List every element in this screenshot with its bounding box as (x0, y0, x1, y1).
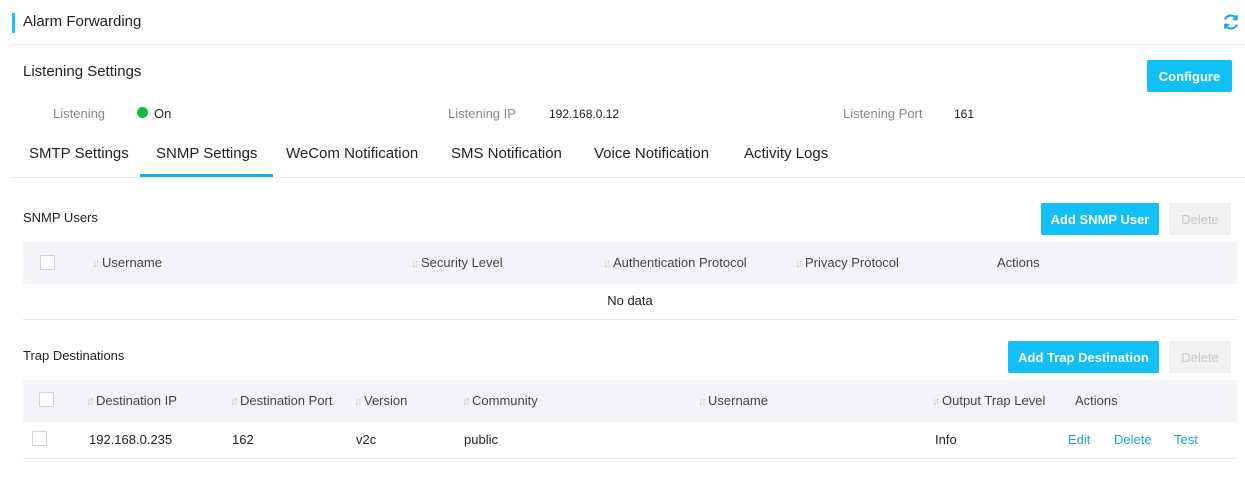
refresh-icon[interactable] (1221, 12, 1241, 32)
tab-sms-notification[interactable]: SMS Notification (451, 130, 562, 177)
cell-output-trap-level: Info (935, 432, 957, 447)
column-header-destination-port[interactable]: ↓↑ Destination Port (230, 380, 333, 422)
sort-icon: ↓↑ (230, 394, 239, 408)
row-checkbox[interactable] (32, 431, 47, 446)
empty-state-text: No data (607, 293, 653, 308)
table-divider (23, 458, 1237, 459)
column-header-username[interactable]: ↓↑ Username (698, 380, 768, 422)
sort-icon: ↓↑ (86, 394, 95, 408)
column-header-privacy-protocol[interactable]: ↓↑ Privacy Protocol (795, 242, 899, 284)
sort-icon: ↓↑ (354, 394, 363, 408)
column-header-community[interactable]: ↓↑ Community (462, 380, 538, 422)
trap-destinations-title: Trap Destinations (23, 348, 125, 363)
select-all-checkbox[interactable] (39, 392, 54, 407)
listening-value: On (154, 106, 172, 121)
sort-icon: ↓↑ (411, 256, 420, 270)
sort-icon: ↓↑ (92, 256, 101, 270)
tab-smtp-settings[interactable]: SMTP Settings (29, 130, 129, 177)
column-header-actions: Actions (1075, 393, 1118, 408)
column-header-destination-ip[interactable]: ↓↑ Destination IP (86, 380, 177, 422)
tab-bar: SMTP Settings SNMP Settings WeCom Notifi… (12, 130, 1245, 178)
trap-destinations-table: ↓↑ Destination IP ↓↑ Destination Port ↓↑ Ve… (23, 380, 1237, 460)
table-header: ↓↑ Destination IP ↓↑ Destination Port ↓↑ Ve… (23, 380, 1237, 422)
sort-icon: ↓↑ (462, 394, 471, 408)
sort-icon: ↓↑ (698, 394, 707, 408)
column-header-username[interactable]: ↓↑ Username (92, 242, 162, 284)
edit-link[interactable]: Edit (1068, 432, 1090, 447)
tab-activity-logs[interactable]: Activity Logs (744, 130, 828, 177)
cell-community: public (464, 432, 498, 447)
cell-destination-port: 162 (232, 432, 254, 447)
title-accent-bar (12, 13, 15, 33)
delete-trap-destination-button: Delete (1169, 341, 1231, 373)
add-trap-destination-button[interactable]: Add Trap Destination (1008, 341, 1159, 373)
listening-settings-title: Listening Settings (23, 63, 142, 80)
column-header-actions: Actions (997, 255, 1040, 270)
sort-icon: ↓↑ (603, 256, 612, 270)
column-header-output-trap-level[interactable]: ↓↑ Output Trap Level (932, 380, 1045, 422)
delete-snmp-user-button: Delete (1169, 203, 1231, 235)
cell-destination-ip: 192.168.0.235 (89, 432, 173, 447)
select-all-checkbox[interactable] (40, 255, 55, 270)
tab-wecom-notification[interactable]: WeCom Notification (286, 130, 418, 177)
delete-link[interactable]: Delete (1114, 432, 1152, 447)
add-snmp-user-button[interactable]: Add SNMP User (1041, 203, 1159, 235)
listening-port-label: Listening Port (843, 106, 923, 121)
snmp-users-title: SNMP Users (23, 210, 98, 225)
column-header-version[interactable]: ↓↑ Version (354, 380, 407, 422)
listening-ip-label: Listening IP (448, 106, 516, 121)
sort-icon: ↓↑ (932, 394, 941, 408)
column-header-authentication-protocol[interactable]: ↓↑ Authentication Protocol (603, 242, 747, 284)
test-link[interactable]: Test (1174, 432, 1198, 447)
listening-label: Listening (53, 106, 106, 121)
page-title: Alarm Forwarding (23, 13, 142, 30)
listening-ip-value: 192.168.0.12 (549, 107, 620, 121)
table-divider (23, 319, 1237, 320)
page-header: Alarm Forwarding (12, 0, 1245, 45)
tab-voice-notification[interactable]: Voice Notification (594, 130, 709, 177)
configure-button[interactable]: Configure (1147, 60, 1232, 92)
sort-icon: ↓↑ (795, 256, 804, 270)
column-header-security-level[interactable]: ↓↑ Security Level (411, 242, 503, 284)
listening-port-value: 161 (954, 107, 975, 121)
snmp-users-table: ↓↑ Username ↓↑ Security Level ↓↑ Authentica… (23, 242, 1237, 321)
table-header: ↓↑ Username ↓↑ Security Level ↓↑ Authentica… (23, 242, 1237, 284)
status-on-icon (137, 107, 148, 118)
cell-version: v2c (356, 432, 377, 447)
tab-snmp-settings[interactable]: SNMP Settings (140, 130, 274, 177)
